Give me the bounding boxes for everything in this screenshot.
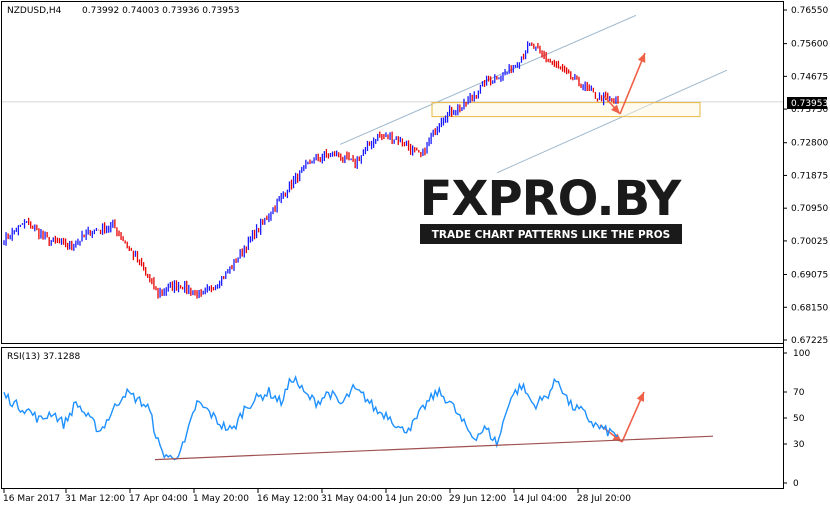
rsi-tick-label: 30 bbox=[793, 440, 805, 450]
rsi-panel-frame bbox=[1, 347, 784, 489]
rsi-tick-label: 100 bbox=[793, 349, 810, 359]
price-tick-label: 0.70950 bbox=[791, 204, 828, 214]
current-price-label: 0.73953 bbox=[791, 99, 828, 109]
time-tick-label: 16 Mar 2017 bbox=[3, 494, 60, 504]
price-tick-label: 0.71875 bbox=[791, 171, 828, 181]
time-tick-label: 29 Jun 12:00 bbox=[449, 494, 506, 504]
chart-window: FXPRO.BY TRADE CHART PATTERNS LIKE THE P… bbox=[0, 0, 830, 508]
support-zone-box bbox=[431, 102, 701, 118]
rsi-axis: 100 70 50 30 0 bbox=[783, 349, 810, 489]
watermark-brand: FXPRO.BY bbox=[420, 171, 683, 227]
price-tick-label: 0.72800 bbox=[791, 139, 828, 149]
time-tick-label: 31 Mar 12:00 bbox=[65, 494, 125, 504]
ohlc-values: 0.73992 0.74003 0.73936 0.73953 bbox=[82, 6, 239, 16]
time-tick-label: 14 Jun 20:00 bbox=[385, 494, 442, 504]
price-tick-label: 0.74675 bbox=[791, 72, 828, 82]
price-tick-label: 0.76550 bbox=[791, 6, 828, 16]
price-tick-label: 0.75600 bbox=[791, 40, 828, 50]
price-tick-label: 0.68150 bbox=[791, 303, 828, 313]
symbol-label: NZDUSD,H4 bbox=[7, 6, 62, 16]
rsi-tick-label: 0 bbox=[793, 479, 799, 489]
price-tick-label: 0.69075 bbox=[791, 271, 828, 281]
price-tick-label: 0.70025 bbox=[791, 237, 828, 247]
watermark-tagline: TRADE CHART PATTERNS LIKE THE PROS bbox=[432, 229, 670, 241]
watermark-logo: FXPRO.BY TRADE CHART PATTERNS LIKE THE P… bbox=[419, 170, 685, 244]
price-axis: 0.765500.756000.746750.737500.728000.718… bbox=[783, 6, 828, 346]
time-tick-label: 14 Jul 04:00 bbox=[513, 494, 567, 504]
time-tick-label: 28 Jul 20:00 bbox=[577, 494, 631, 504]
time-axis: 16 Mar 2017 31 Mar 12:00 17 Apr 04:00 1 May… bbox=[3, 489, 631, 504]
price-chart[interactable]: FXPRO.BY TRADE CHART PATTERNS LIKE THE P… bbox=[0, 0, 830, 508]
time-tick-label: 1 May 20:00 bbox=[193, 494, 249, 504]
support-zone bbox=[431, 102, 701, 118]
price-tick-label: 0.67225 bbox=[791, 336, 828, 346]
rsi-tick-label: 70 bbox=[793, 388, 805, 398]
time-tick-label: 31 May 04:00 bbox=[321, 494, 383, 504]
time-tick-label: 17 Apr 04:00 bbox=[129, 494, 188, 504]
rsi-title: RSI(13) 37.1288 bbox=[7, 352, 80, 362]
rsi-tick-label: 50 bbox=[793, 414, 805, 424]
time-tick-label: 16 May 12:00 bbox=[257, 494, 319, 504]
